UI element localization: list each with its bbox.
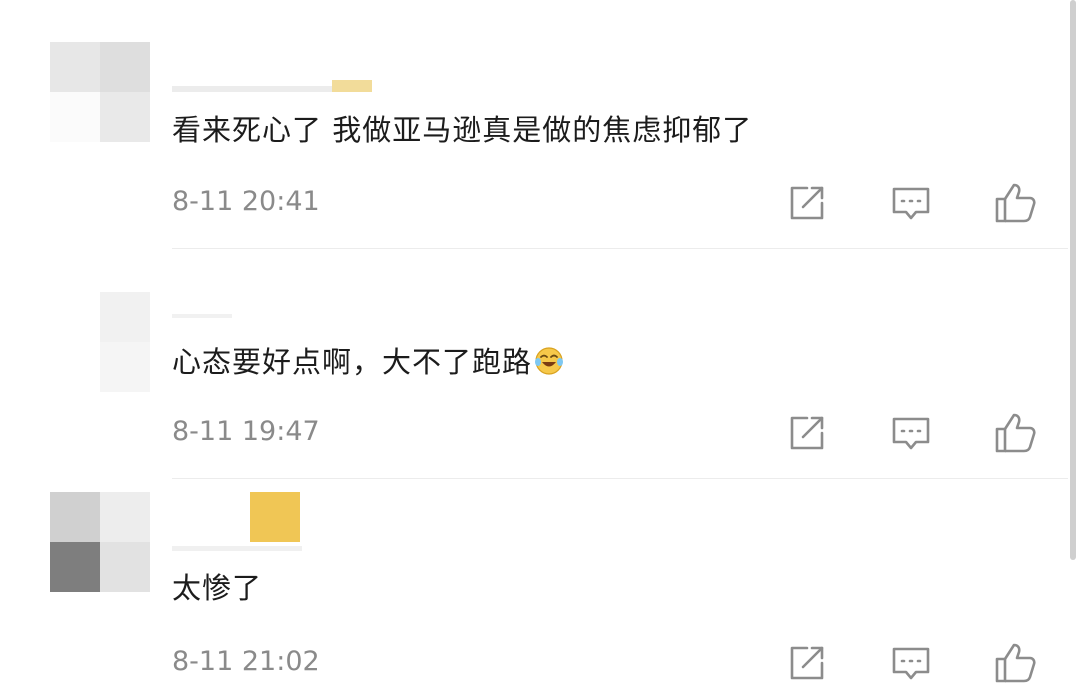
- scrollbar[interactable]: [1070, 0, 1076, 560]
- comment-time: 8-11 20:41: [172, 186, 320, 217]
- username[interactable]: [172, 492, 302, 554]
- comment-icon[interactable]: [889, 181, 933, 225]
- comment-text: 太惨了: [172, 571, 263, 605]
- comment-item: 心态要好点啊，大不了跑路 8-11 19:47: [0, 250, 1068, 480]
- avatar[interactable]: [50, 292, 150, 392]
- comment-text: 看来死心了 我做亚马逊真是做的焦虑抑郁了: [172, 113, 753, 147]
- share-icon[interactable]: [785, 411, 829, 455]
- like-icon[interactable]: [993, 411, 1037, 455]
- divider: [172, 478, 1068, 479]
- divider: [172, 248, 1068, 249]
- comment-icon[interactable]: [889, 411, 933, 455]
- like-icon[interactable]: [993, 641, 1037, 685]
- avatar[interactable]: [50, 42, 150, 142]
- share-icon[interactable]: [785, 641, 829, 685]
- comment-item: 太惨了 8-11 21:02: [0, 480, 1068, 692]
- comment-icon[interactable]: [889, 641, 933, 685]
- comment-text: 心态要好点啊，大不了跑路: [172, 342, 564, 382]
- comment-item: 看来死心了 我做亚马逊真是做的焦虑抑郁了 8-11 20:41: [0, 0, 1068, 250]
- share-icon[interactable]: [785, 181, 829, 225]
- like-icon[interactable]: [993, 181, 1037, 225]
- username[interactable]: [172, 72, 372, 92]
- avatar[interactable]: [50, 492, 150, 592]
- comment-list: 看来死心了 我做亚马逊真是做的焦虑抑郁了 8-11 20:41 心态要好点啊，大…: [0, 0, 1080, 692]
- username[interactable]: [172, 308, 232, 328]
- comment-time: 8-11 19:47: [172, 416, 320, 447]
- comment-text-content: 心态要好点啊，大不了跑路: [172, 345, 533, 379]
- laughing-crying-emoji: [534, 346, 564, 376]
- comment-time: 8-11 21:02: [172, 646, 320, 677]
